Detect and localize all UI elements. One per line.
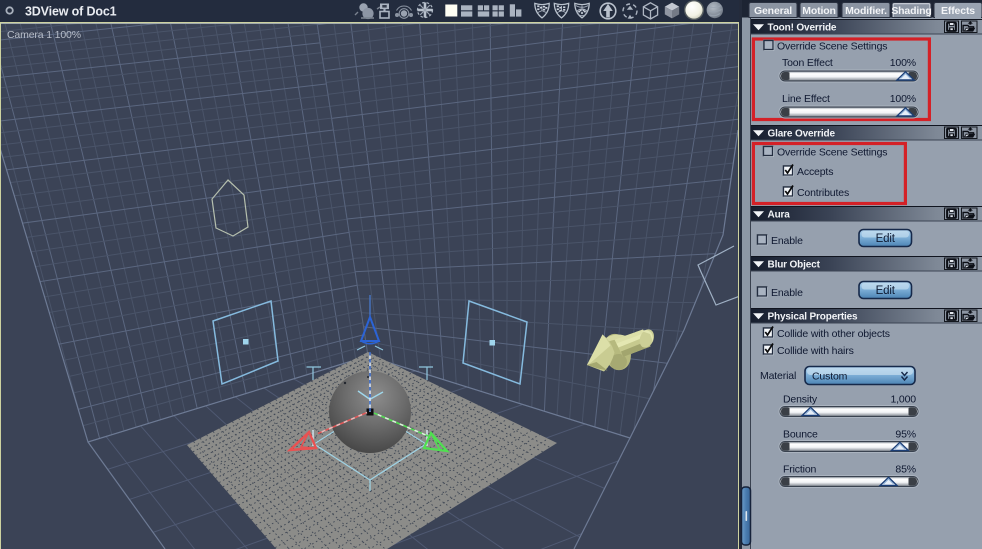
svg-text:100%: 100% [890, 57, 916, 69]
svg-text:Density: Density [783, 394, 818, 406]
svg-text:Enable: Enable [771, 287, 803, 299]
svg-text:Physical Properties: Physical Properties [768, 312, 859, 323]
svg-text:Override Scene Settings: Override Scene Settings [777, 147, 887, 159]
svg-text:Collide with other objects: Collide with other objects [777, 328, 890, 340]
svg-text:Toon Effect: Toon Effect [782, 57, 833, 69]
svg-text:Collide with hairs: Collide with hairs [777, 345, 854, 357]
svg-text:85%: 85% [895, 464, 916, 476]
svg-text:Motion: Motion [802, 5, 836, 17]
svg-text:Blur Object: Blur Object [768, 260, 821, 271]
svg-text:Toon! Override: Toon! Override [768, 23, 837, 34]
svg-text:Glare Override: Glare Override [768, 129, 836, 140]
svg-text:Effects: Effects [941, 5, 975, 17]
svg-text:Material: Material [760, 370, 796, 382]
svg-text:Enable: Enable [771, 235, 803, 247]
svg-text:95%: 95% [895, 429, 916, 441]
svg-text:Camera 1 100%: Camera 1 100% [7, 29, 81, 41]
svg-text:Override Scene Settings: Override Scene Settings [777, 41, 887, 53]
svg-text:Line Effect: Line Effect [782, 93, 830, 105]
svg-text:General: General [754, 5, 792, 17]
svg-text:Contributes: Contributes [797, 187, 849, 199]
svg-text:Aura: Aura [768, 210, 791, 221]
svg-text:3DView of Doc1: 3DView of Doc1 [25, 5, 117, 19]
svg-text:Shading: Shading [891, 5, 931, 17]
svg-text:100%: 100% [890, 93, 916, 105]
svg-text:Modifier.: Modifier. [845, 5, 887, 17]
svg-text:Custom: Custom [812, 371, 848, 383]
svg-text:Edit: Edit [876, 285, 896, 297]
svg-text:Accepts: Accepts [797, 166, 833, 178]
svg-text:Bounce: Bounce [783, 429, 818, 441]
svg-text:Friction: Friction [783, 464, 817, 476]
svg-text:Edit: Edit [876, 233, 896, 245]
svg-text:1,000: 1,000 [890, 394, 916, 406]
